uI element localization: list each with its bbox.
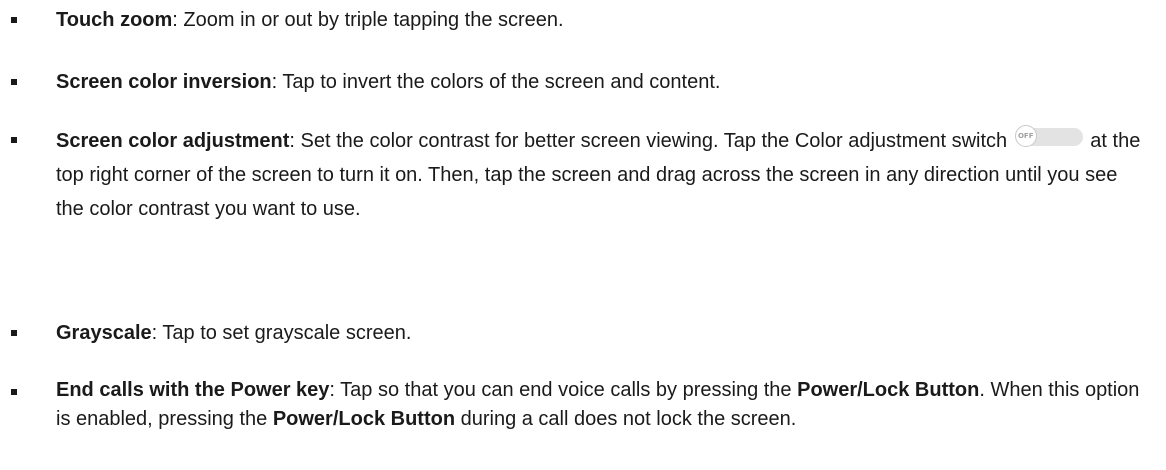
bullet-icon [11,79,17,85]
item-text: End calls with the Power key: Tap so tha… [56,376,1156,434]
item-term: Screen color adjustment [56,130,290,152]
bullet-icon [11,17,17,23]
bullet-icon [11,389,17,395]
item-text: Grayscale: Tap to set grayscale screen. [56,317,1156,349]
item-description: : Zoom in or out by triple tapping the s… [172,9,564,31]
item-description: : Tap to set grayscale screen. [151,322,412,344]
color-adjustment-switch-icon: OFF [1014,125,1083,149]
bullet-icon [11,330,17,336]
item-description: : Tap to invert the colors of the screen… [271,71,721,93]
item-text: Screen color adjustment: Set the color c… [56,124,1146,226]
item-description-end: during a call does not lock the screen. [455,408,797,430]
item-term: Grayscale [56,322,152,344]
switch-knob: OFF [1014,125,1037,147]
bullet-icon [11,137,17,143]
item-description: : Tap so that you can end voice calls by… [329,379,798,401]
item-text: Touch zoom: Zoom in or out by triple tap… [56,4,1156,36]
power-lock-button-label: Power/Lock Button [797,379,980,401]
item-term: Screen color inversion [56,71,272,93]
item-term: Touch zoom [56,9,173,31]
item-description: : Set the color contrast for better scre… [289,130,1008,152]
power-lock-button-label: Power/Lock Button [272,408,456,430]
item-text: Screen color inversion: Tap to invert th… [56,66,1156,98]
item-term: End calls with the Power key [56,379,330,401]
